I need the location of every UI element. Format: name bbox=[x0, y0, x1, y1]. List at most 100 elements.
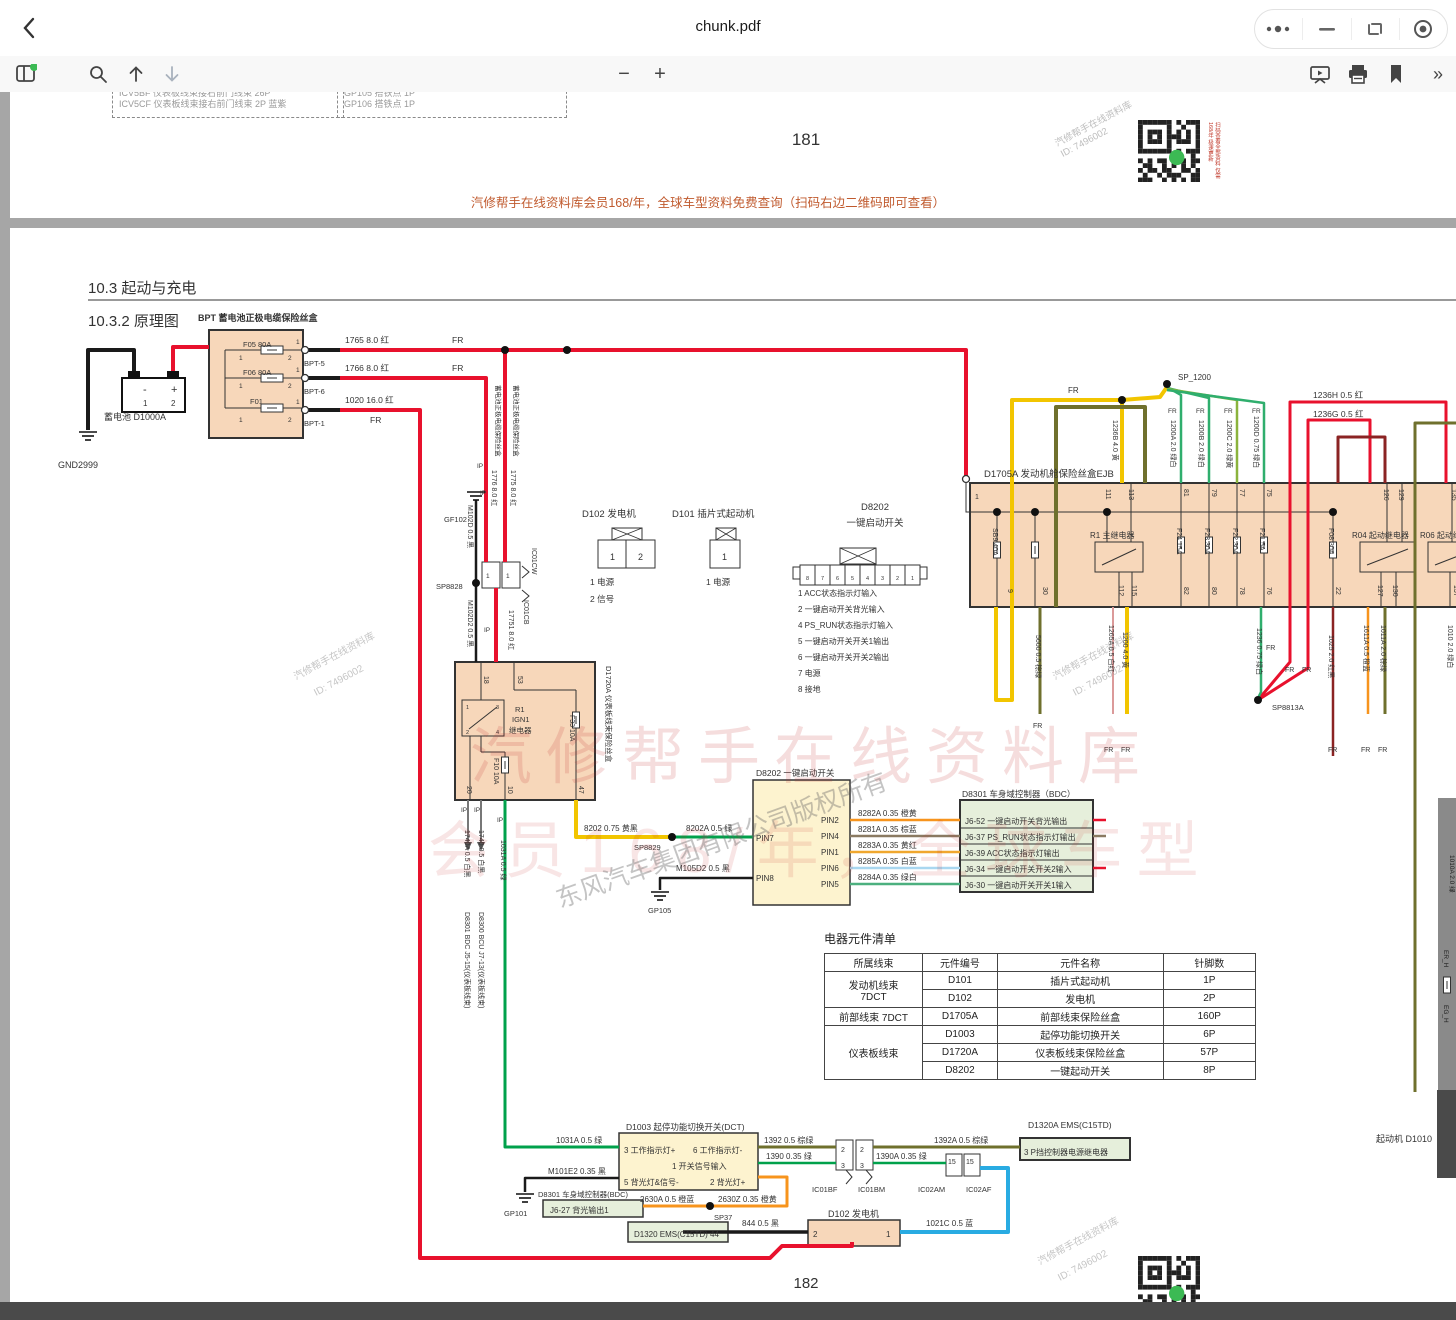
diagram-label: IC01CB bbox=[522, 600, 529, 625]
previous-page-button[interactable] bbox=[122, 60, 150, 88]
restore-button[interactable] bbox=[1352, 18, 1399, 40]
ic01b-tab bbox=[856, 1140, 873, 1170]
table-cell: 前部线束 7DCT bbox=[825, 1008, 923, 1026]
diagram-label: 1 bbox=[296, 367, 300, 374]
diagram-label: 5 背光灯&信号- bbox=[624, 1177, 679, 1187]
diagram-label: FR bbox=[1266, 645, 1275, 652]
internal-line bbox=[522, 566, 529, 578]
diagram-label: - bbox=[143, 384, 147, 396]
pdf-page-181: ICV5BF 仪表板线束接右前门线束 26P ICV5CF 仪表板线束接右前门线… bbox=[10, 92, 1456, 218]
diagram-label: 82 bbox=[1182, 587, 1189, 595]
diagram-label: 53 bbox=[516, 676, 523, 684]
diagram-label: D1003 起停功能切换开关(DCT) bbox=[626, 1122, 745, 1132]
diagram-label: 汽修帮手在线资料库 bbox=[470, 723, 1154, 792]
diagram-label: SP8813A bbox=[1272, 703, 1304, 712]
diagram-label: 127 bbox=[1376, 585, 1383, 597]
diagram-label: 2 bbox=[841, 1147, 845, 1154]
diagram-label: 蓄电池正极电缆保险丝盒 bbox=[512, 385, 521, 457]
diagram-label: IC02AF bbox=[966, 1185, 992, 1194]
diagram-label: M101E2 0.35 黑 bbox=[548, 1167, 606, 1176]
diagram-label: SP8828 bbox=[436, 582, 463, 591]
record-button[interactable] bbox=[1400, 18, 1447, 40]
diagram-label: IP bbox=[477, 463, 483, 470]
more-options-button[interactable] bbox=[1255, 18, 1302, 40]
diagram-label: 81 bbox=[1182, 489, 1189, 497]
bookmark-button[interactable] bbox=[1382, 60, 1410, 88]
diagram-label: BPT-5 bbox=[304, 359, 325, 368]
search-button[interactable] bbox=[84, 60, 112, 88]
connector-list-box: GP105 搭铁点 1P GP106 搭铁点 1P bbox=[337, 92, 567, 118]
diagram-label: 135 bbox=[1450, 489, 1456, 501]
title-bar: chunk.pdf bbox=[0, 0, 1456, 57]
zoom-in-button[interactable]: + bbox=[646, 60, 674, 88]
component-table-wrap: 电器元件清单 所属线束元件编号元件名称针脚数发动机线束 7DCTD101插片式起… bbox=[824, 930, 1256, 1080]
table-cell: 发电机 bbox=[997, 990, 1163, 1008]
next-page-button[interactable] bbox=[158, 60, 186, 88]
diagram-label: SB9 40A bbox=[991, 528, 998, 556]
diagram-label: 1392 0.5 棕绿 bbox=[764, 1135, 813, 1145]
diagram-label: 7 电源 bbox=[798, 668, 821, 678]
diagram-label: SP_1200 bbox=[1178, 373, 1211, 382]
diagram-label: 1 bbox=[466, 705, 469, 711]
connector-list-box: ICV5BF 仪表板线束接右前门线束 26P ICV5CF 仪表板线束接右前门线… bbox=[112, 92, 344, 118]
diagram-label: FR bbox=[1196, 408, 1205, 415]
diagram-label: FR bbox=[1285, 667, 1294, 674]
diagram-label: 1200B 2.0 绿白 bbox=[1197, 420, 1206, 468]
diagram-label: 2 bbox=[288, 417, 292, 424]
diagram-label: EG_H bbox=[1442, 1005, 1449, 1023]
diagram-label: 蓄电池 D1000A bbox=[104, 411, 166, 422]
d8202-conn-tab bbox=[793, 567, 800, 579]
diagram-label: F05 80A bbox=[243, 340, 271, 349]
diagram-label: 3 bbox=[860, 1163, 864, 1170]
diagram-label: 115 bbox=[1130, 585, 1137, 596]
diagram-label: 129 bbox=[1397, 489, 1404, 501]
table-cell: 发动机线束 7DCT bbox=[825, 972, 923, 1008]
diagram-label: 1766 8.0 红 bbox=[345, 363, 389, 373]
pdf-viewport[interactable]: ICV5BF 仪表板线束接右前门线束 26P ICV5CF 仪表板线束接右前门线… bbox=[0, 92, 1456, 1320]
print-button[interactable] bbox=[1344, 60, 1372, 88]
diagram-label: D1320 EMS(C15TD) 44 bbox=[634, 1230, 719, 1239]
search-icon bbox=[88, 64, 108, 84]
diagram-label: IC01BM bbox=[858, 1185, 885, 1194]
diagram-label: D8202 bbox=[861, 502, 889, 513]
diagram-label: 2 bbox=[860, 1147, 864, 1154]
minimize-button[interactable] bbox=[1303, 18, 1350, 40]
splice-dot bbox=[1329, 508, 1337, 516]
diagram-label: + bbox=[171, 384, 177, 396]
diagram-label: 1236B 4.0 黄 bbox=[1111, 420, 1120, 461]
table-cell: 插片式起动机 bbox=[997, 972, 1163, 990]
diagram-label: 4 PS_RUN状态指示灯输入 bbox=[798, 620, 893, 630]
diagram-label: 1775 8.0 红 bbox=[509, 470, 518, 506]
diagram-label: F06 80A bbox=[243, 368, 271, 377]
zoom-out-button[interactable]: − bbox=[610, 60, 638, 88]
table-cell: 6P bbox=[1163, 1026, 1255, 1044]
table-cell: D1720A bbox=[923, 1044, 998, 1062]
table-header: 元件编号 bbox=[923, 954, 998, 972]
diagram-label: 2 bbox=[896, 576, 899, 582]
splice-dot bbox=[472, 579, 480, 587]
diagram-label: 22 bbox=[1334, 587, 1341, 595]
diagram-label: 2 信号 bbox=[590, 594, 614, 604]
splice-dot bbox=[1103, 508, 1111, 516]
splice-dot bbox=[1254, 696, 1262, 704]
diagram-label: 汽修帮手在线资料库 bbox=[1035, 1214, 1121, 1268]
presentation-mode-button[interactable] bbox=[1306, 60, 1334, 88]
diagram-label: 10.3.2 原理图 bbox=[88, 313, 179, 330]
internal-line bbox=[846, 1170, 852, 1184]
diagram-label: D1320A EMS(C15TD) bbox=[1028, 1120, 1112, 1130]
more-tools-button[interactable]: » bbox=[1424, 60, 1452, 88]
diagram-label: 3 bbox=[881, 576, 884, 582]
diagram-label: 3 bbox=[496, 705, 499, 711]
battery-post bbox=[167, 371, 179, 379]
diagram-label: 1 bbox=[239, 383, 243, 390]
splice-dot bbox=[563, 346, 571, 354]
ic01-tab bbox=[502, 562, 520, 588]
qr-code bbox=[1138, 120, 1200, 187]
diagram-label: 1200A 2.0 绿白 bbox=[1169, 420, 1178, 467]
pdf-toolbar: / 3 − + 80% » bbox=[0, 56, 1456, 93]
sidebar-toggle-button[interactable] bbox=[12, 60, 40, 88]
diagram-label: 7 bbox=[821, 576, 824, 582]
diagram-label: 蓄电池正极电缆保险丝盒 bbox=[494, 385, 503, 457]
record-icon bbox=[1413, 19, 1433, 39]
diagram-label: BPT 蓄电池正极电缆保险丝盒 bbox=[198, 312, 319, 323]
